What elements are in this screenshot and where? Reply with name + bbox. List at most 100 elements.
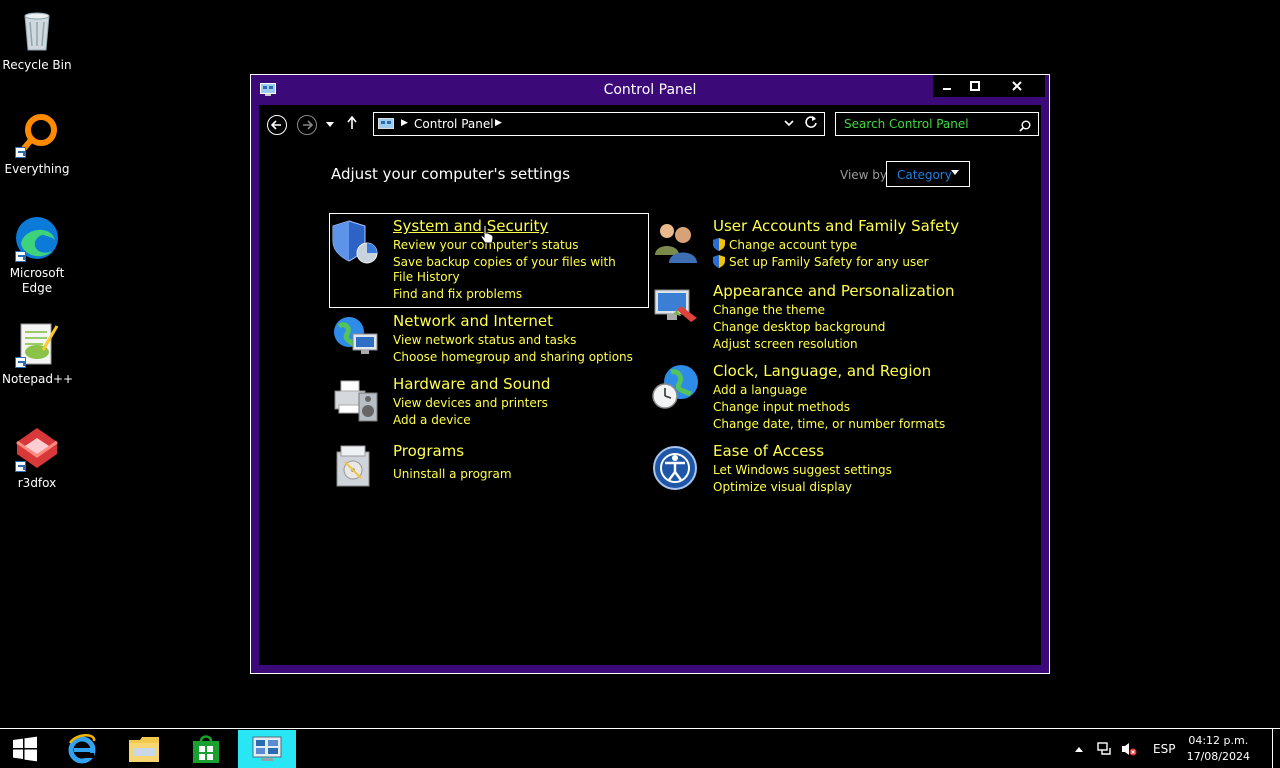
- address-bar[interactable]: ▶ Control Panel ▶: [373, 112, 825, 136]
- taskbar-internet-explorer[interactable]: [54, 730, 110, 768]
- control-panel-icon: [378, 117, 394, 131]
- ease-of-access-icon[interactable]: [651, 442, 701, 492]
- breadcrumb-separator-icon[interactable]: ▶: [401, 118, 408, 128]
- store-bag-icon: [193, 735, 219, 763]
- back-arrow-icon: [271, 120, 281, 130]
- everything-search-icon: [13, 110, 61, 158]
- category-title-link[interactable]: User Accounts and Family Safety: [713, 217, 959, 235]
- category-title-link[interactable]: Programs: [393, 442, 464, 460]
- category-title-link[interactable]: Network and Internet: [393, 312, 553, 330]
- network-tray-icon[interactable]: [1097, 729, 1113, 768]
- view-by-dropdown[interactable]: Category: [886, 161, 970, 187]
- link-change-input-methods[interactable]: Change input methods: [713, 399, 945, 416]
- input-language-indicator[interactable]: ESP: [1153, 729, 1175, 768]
- link-review-computer-status[interactable]: Review your computer's status: [393, 237, 625, 254]
- link-let-windows-suggest-settings[interactable]: Let Windows suggest settings: [713, 462, 945, 479]
- link-add-a-language[interactable]: Add a language: [713, 382, 945, 399]
- search-box[interactable]: [835, 112, 1039, 136]
- clock-globe-icon[interactable]: [651, 362, 701, 412]
- volume-muted-icon: [1122, 743, 1137, 756]
- desktop-icon-label: Microsoft Edge: [9, 266, 65, 295]
- view-by-value: Category: [897, 168, 952, 182]
- start-button[interactable]: [0, 730, 50, 768]
- programs-box-icon[interactable]: [331, 442, 381, 492]
- breadcrumb-control-panel[interactable]: Control Panel: [414, 117, 494, 131]
- title-bar[interactable]: Control Panel: [251, 75, 1049, 105]
- link-change-account-type[interactable]: Change account type: [713, 237, 945, 254]
- desktop-icon-notepad-plus-plus[interactable]: Notepad++: [2, 320, 73, 387]
- category-title-link[interactable]: Ease of Access: [713, 442, 824, 460]
- show-desktop-button[interactable]: [1272, 729, 1280, 768]
- shortcut-arrow-icon: [15, 357, 26, 368]
- chevron-up-icon: [1075, 747, 1083, 752]
- desktop-icon-microsoft-edge[interactable]: Microsoft Edge: [2, 214, 72, 296]
- hand-cursor-icon: [480, 224, 494, 249]
- category-ease-of-access: Ease of Access Let Windows suggest setti…: [651, 442, 981, 502]
- link-find-and-fix-problems[interactable]: Find and fix problems: [393, 286, 625, 303]
- category-hardware-and-sound: Hardware and Sound View devices and prin…: [331, 375, 631, 435]
- clock-time: 04:12 p.m.: [1188, 734, 1249, 747]
- maximize-icon: [970, 81, 980, 91]
- recycle-bin-icon: [13, 6, 61, 54]
- system-clock[interactable]: 04:12 p.m. 17/08/2024: [1187, 733, 1250, 765]
- chevron-down-icon: [951, 170, 959, 175]
- recent-locations-button[interactable]: [325, 118, 335, 132]
- security-shield-icon[interactable]: [331, 217, 381, 267]
- taskbar-file-explorer[interactable]: [116, 730, 172, 768]
- desktop-icon-recycle-bin[interactable]: Recycle Bin: [2, 6, 72, 73]
- breadcrumb-separator-icon[interactable]: ▶: [495, 118, 502, 128]
- up-button[interactable]: [346, 115, 358, 133]
- close-icon: [1012, 81, 1022, 91]
- desktop-icon-r3dfox[interactable]: r3dfox: [2, 424, 72, 491]
- link-add-a-device[interactable]: Add a device: [393, 412, 625, 429]
- link-change-desktop-background[interactable]: Change desktop background: [713, 319, 945, 336]
- desktop-icon-everything[interactable]: Everything: [2, 110, 72, 177]
- taskbar-control-panel[interactable]: [238, 730, 296, 768]
- search-input[interactable]: [836, 113, 1014, 135]
- desktop-icon-label: Recycle Bin: [2, 58, 72, 72]
- uac-shield-icon: [713, 255, 725, 268]
- users-icon[interactable]: [651, 217, 701, 267]
- category-appearance-and-personalization: Appearance and Personalization Change th…: [651, 282, 981, 352]
- uac-shield-icon: [713, 238, 725, 251]
- category-title-link[interactable]: Clock, Language, and Region: [713, 362, 931, 380]
- link-view-devices-and-printers[interactable]: View devices and printers: [393, 395, 625, 412]
- back-button[interactable]: [267, 115, 287, 135]
- internet-explorer-icon: [68, 734, 96, 764]
- notepad-plus-plus-icon: [13, 320, 61, 368]
- maximize-button[interactable]: [961, 75, 989, 97]
- volume-tray-icon[interactable]: [1121, 729, 1137, 768]
- link-save-backup-copies[interactable]: Save backup copies of your files with Fi…: [393, 255, 625, 285]
- navigation-bar: ▶ Control Panel ▶: [267, 111, 1039, 137]
- link-optimize-visual-display[interactable]: Optimize visual display: [713, 479, 945, 496]
- forward-button[interactable]: [297, 115, 317, 135]
- forward-arrow-icon: [303, 120, 313, 130]
- refresh-icon[interactable]: [804, 115, 818, 133]
- link-uninstall-a-program[interactable]: Uninstall a program: [393, 466, 625, 483]
- close-button[interactable]: [989, 75, 1045, 97]
- category-title-link[interactable]: Appearance and Personalization: [713, 282, 955, 300]
- window-title: Control Panel: [603, 82, 697, 98]
- edge-browser-icon: [13, 214, 61, 262]
- network-globe-icon[interactable]: [331, 312, 381, 362]
- show-hidden-icons-button[interactable]: [1074, 729, 1084, 768]
- up-arrow-icon: [347, 115, 357, 129]
- link-view-network-status[interactable]: View network status and tasks: [393, 332, 625, 349]
- address-dropdown-icon[interactable]: [784, 117, 794, 130]
- link-adjust-screen-resolution[interactable]: Adjust screen resolution: [713, 336, 945, 353]
- category-title-link[interactable]: Hardware and Sound: [393, 375, 550, 393]
- category-title-link[interactable]: System and Security: [393, 217, 548, 235]
- minimize-icon: [943, 88, 951, 90]
- appearance-monitor-icon[interactable]: [651, 282, 701, 332]
- minimize-button[interactable]: [933, 75, 961, 97]
- folder-icon: [129, 737, 159, 762]
- link-choose-homegroup[interactable]: Choose homegroup and sharing options: [393, 349, 633, 366]
- link-set-up-family-safety[interactable]: Set up Family Safety for any user: [713, 254, 945, 271]
- clock-date: 17/08/2024: [1186, 750, 1250, 763]
- taskbar-store[interactable]: [178, 730, 234, 768]
- link-change-the-theme[interactable]: Change the theme: [713, 302, 945, 319]
- printer-speaker-icon[interactable]: [331, 375, 381, 425]
- link-change-date-time-formats[interactable]: Change date, time, or number formats: [713, 416, 945, 433]
- chevron-down-icon: [326, 122, 334, 127]
- search-icon[interactable]: [1019, 117, 1031, 132]
